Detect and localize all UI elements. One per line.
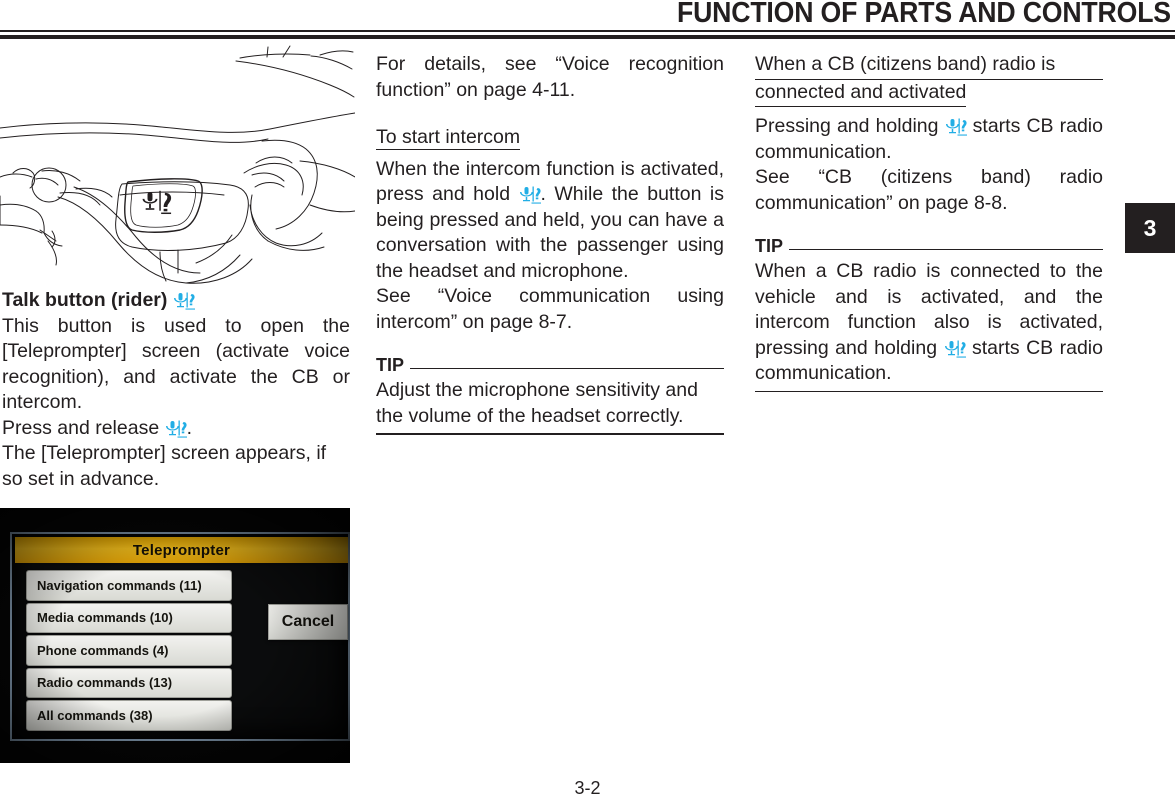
- tip-header: TIP: [755, 236, 1103, 256]
- list-item[interactable]: All commands (38): [26, 700, 232, 731]
- tip-block-right: TIP When a CB radio is connected to the …: [755, 236, 1103, 392]
- tip-label: TIP: [755, 236, 784, 256]
- talk-button-heading-text: Talk button (rider): [2, 289, 168, 311]
- chapter-tab-3[interactable]: 3: [1125, 203, 1175, 253]
- teleprompter-titlebar: Teleprompter: [15, 537, 348, 563]
- right-paragraph-2: See “CB (citizens band) radio communicat…: [755, 166, 1103, 214]
- middle-column: For details, see “Voice recognition func…: [376, 52, 724, 435]
- list-item[interactable]: Phone commands (4): [26, 635, 232, 666]
- microphone-headset-icon: [519, 186, 541, 205]
- right-paragraph-1: Pressing and holding starts CB radio com…: [755, 114, 1103, 165]
- list-item-label: Radio commands (13): [37, 675, 173, 691]
- left-column: Talk button (rider) This button is used …: [2, 288, 350, 492]
- cb-radio-subheading: When a CB (citizens band) radio is conne…: [755, 52, 1103, 108]
- list-item[interactable]: Media commands (10): [26, 602, 232, 633]
- left-paragraph-2: Press and release .: [2, 416, 350, 442]
- microphone-headset-icon: [173, 292, 195, 311]
- list-item[interactable]: Navigation commands (11): [26, 570, 232, 601]
- list-item-label: All commands (38): [37, 707, 153, 723]
- cancel-button-label: Cancel: [281, 613, 335, 630]
- middle-paragraph-2: See “Voice communication using intercom”…: [376, 285, 724, 333]
- tip-label: TIP: [376, 355, 405, 375]
- microphone-headset-icon: [165, 420, 187, 439]
- press-release-suffix: .: [186, 416, 193, 439]
- right-para-1-before-icon: Pressing and holding: [755, 115, 945, 137]
- page-number: 3-2: [574, 778, 601, 798]
- cancel-button[interactable]: Cancel: [268, 604, 348, 640]
- tip-body: When a CB radio is connected to the vehi…: [755, 259, 1103, 387]
- middle-intro-paragraph: For details, see “Voice recognition func…: [376, 53, 724, 101]
- chapter-tab-number: 3: [1143, 214, 1157, 241]
- cb-radio-subheading-text: When a CB (citizens band) radio is conne…: [755, 52, 1103, 108]
- tip-block-middle: TIP Adjust the microphone sensitivity an…: [376, 355, 724, 435]
- header-rule-thin: [0, 30, 1175, 32]
- cb-radio-subheading-line-1: When a CB (citizens band) radio is: [755, 52, 1103, 80]
- left-paragraph-1: This button is used to open the [Telepro…: [2, 314, 350, 414]
- list-item-label: Navigation commands (11): [37, 577, 202, 593]
- tip-rule: [789, 248, 1103, 251]
- teleprompter-screen-photo: Teleprompter Navigation commands (11) Me…: [0, 508, 350, 763]
- page-title: FUNCTION OF PARTS AND CONTROLS: [677, 0, 1171, 29]
- microphone-headset-icon: [944, 340, 966, 359]
- to-start-intercom-subheading: To start intercom: [376, 125, 724, 151]
- cb-radio-subheading-line-2: connected and activated: [755, 80, 967, 107]
- to-start-intercom-subheading-text: To start intercom: [376, 126, 521, 150]
- tip-body: Adjust the microphone sensitivity and th…: [376, 379, 698, 427]
- tip-footer-rule: [755, 390, 1103, 392]
- list-item-label: Phone commands (4): [37, 642, 169, 658]
- page-header: FUNCTION OF PARTS AND CONTROLS: [0, 0, 1175, 40]
- press-release-prefix: Press and release: [2, 416, 165, 439]
- right-column: When a CB (citizens band) radio is conne…: [755, 52, 1103, 392]
- tip-header: TIP: [376, 355, 724, 375]
- header-rule-thick: [0, 35, 1175, 39]
- talk-button-heading: Talk button (rider): [2, 288, 350, 314]
- tip-rule: [410, 367, 724, 370]
- list-item[interactable]: Radio commands (13): [26, 667, 232, 698]
- teleprompter-title: Teleprompter: [132, 541, 231, 559]
- left-paragraph-3: The [Teleprompter] screen appears, if so…: [2, 442, 327, 490]
- teleprompter-command-list: Navigation commands (11) Media commands …: [26, 570, 232, 733]
- microphone-headset-icon: [945, 118, 967, 137]
- tip-footer-rule: [376, 433, 724, 435]
- middle-paragraph-1: When the intercom function is activated,…: [376, 157, 724, 285]
- handlebar-talk-button-illustration: [0, 45, 356, 285]
- list-item-label: Media commands (10): [37, 610, 173, 626]
